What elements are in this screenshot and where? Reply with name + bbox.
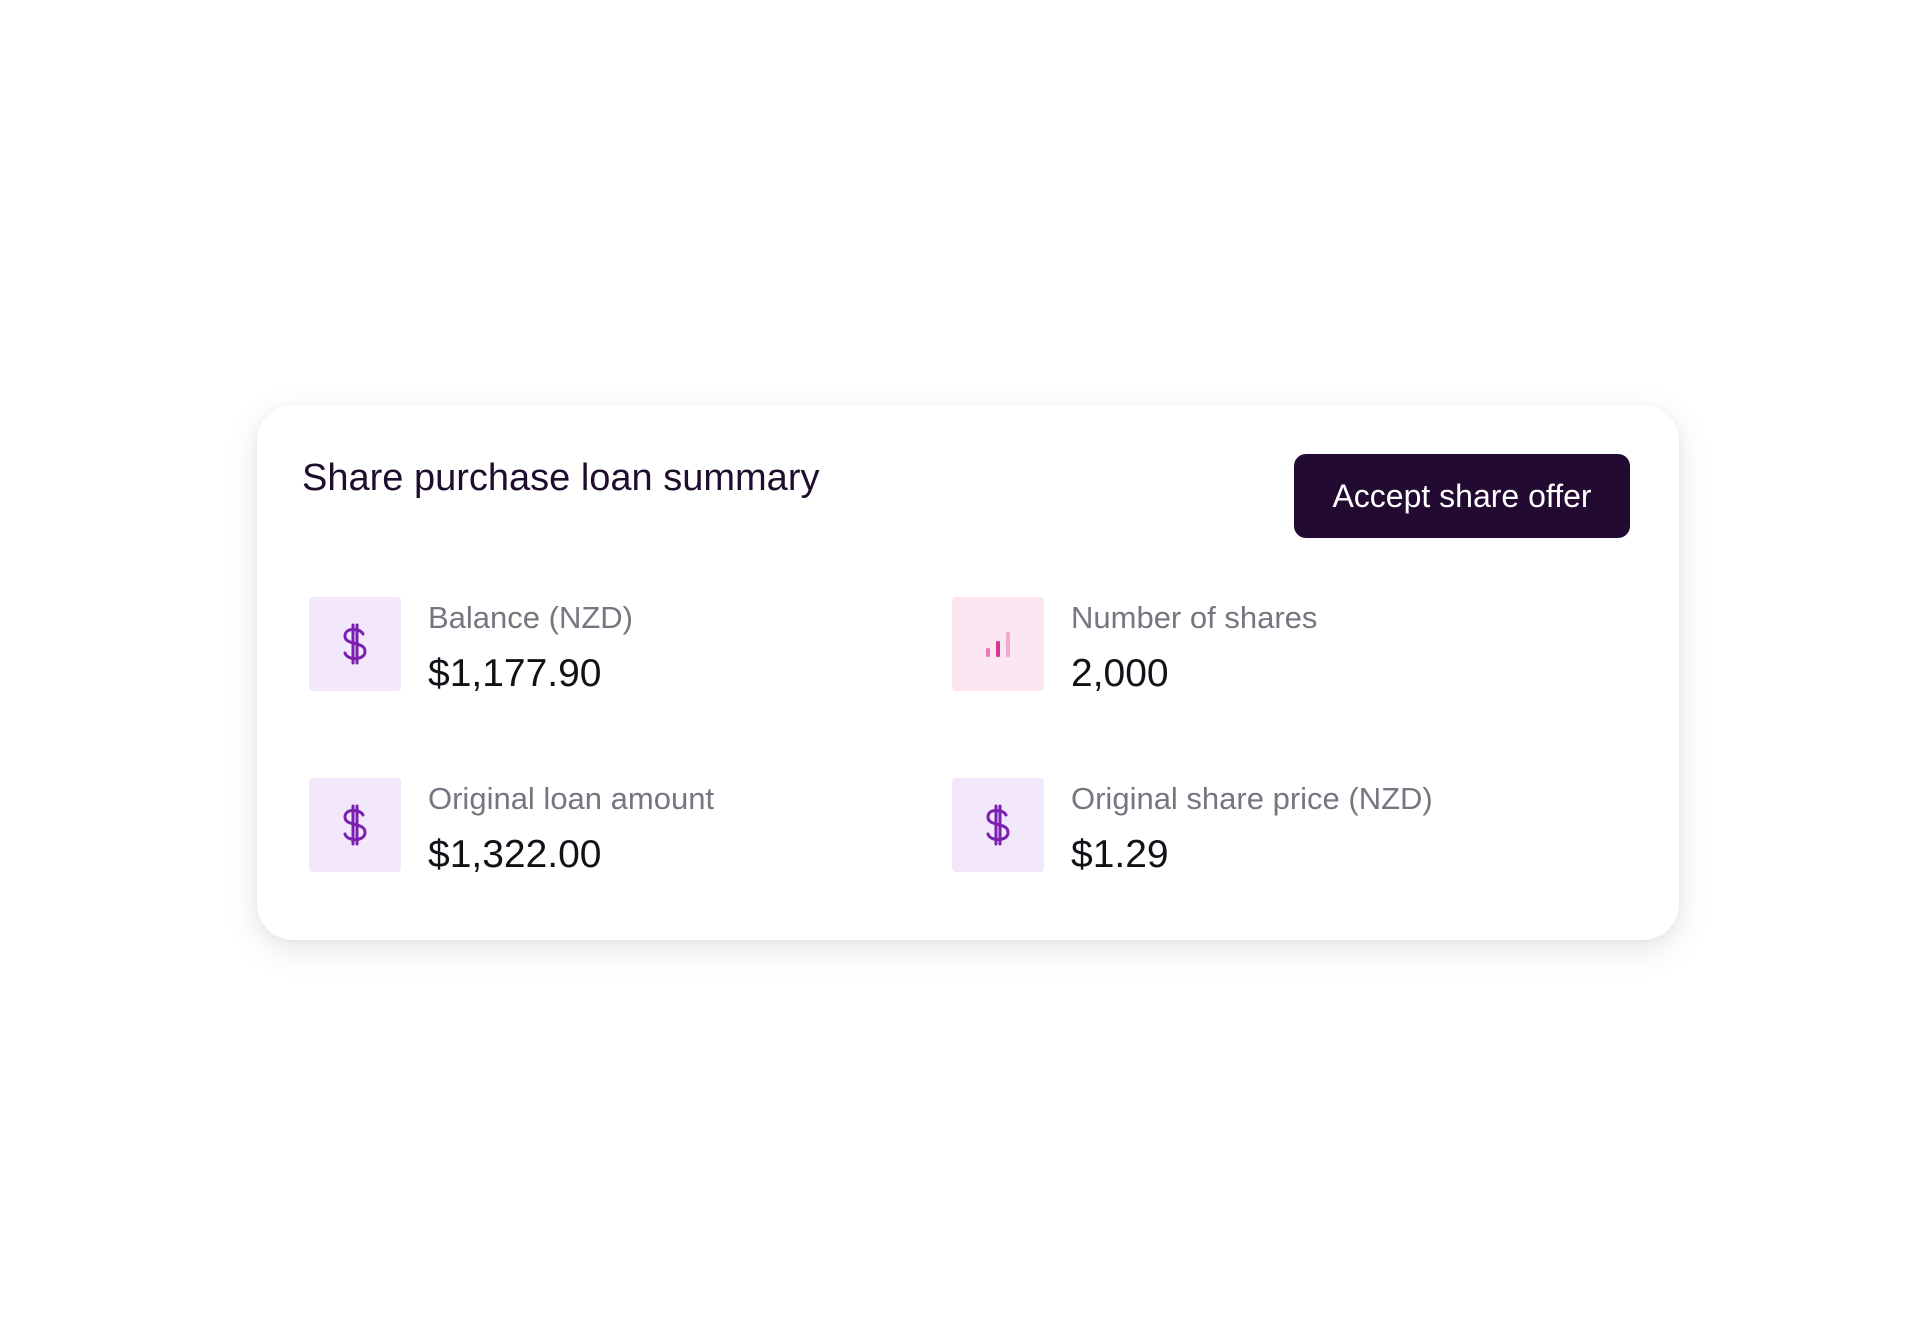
bar-chart-icon [952, 597, 1044, 691]
dollar-icon [309, 597, 401, 691]
stat-label: Original loan amount [428, 781, 715, 816]
dollar-icon [309, 778, 401, 872]
stat-label: Original share price (NZD) [1071, 781, 1433, 816]
stat-original-loan-amount: Original loan amount $1,322.00 [309, 778, 869, 878]
stat-original-share-price: Original share price (NZD) $1.29 [952, 778, 1512, 878]
stat-label: Number of shares [1071, 600, 1318, 635]
loan-summary-card: Share purchase loan summary Accept share… [257, 405, 1679, 940]
stat-value: 2,000 [1071, 652, 1169, 695]
card-title: Share purchase loan summary [302, 457, 820, 499]
stat-label: Balance (NZD) [428, 600, 633, 635]
stat-number-of-shares: Number of shares 2,000 [952, 597, 1512, 697]
stat-balance: Balance (NZD) $1,177.90 [309, 597, 869, 697]
stat-value: $1,177.90 [428, 652, 602, 695]
stat-value: $1.29 [1071, 833, 1169, 876]
dollar-icon [952, 778, 1044, 872]
stat-value: $1,322.00 [428, 833, 602, 876]
accept-share-offer-button[interactable]: Accept share offer [1294, 454, 1630, 538]
